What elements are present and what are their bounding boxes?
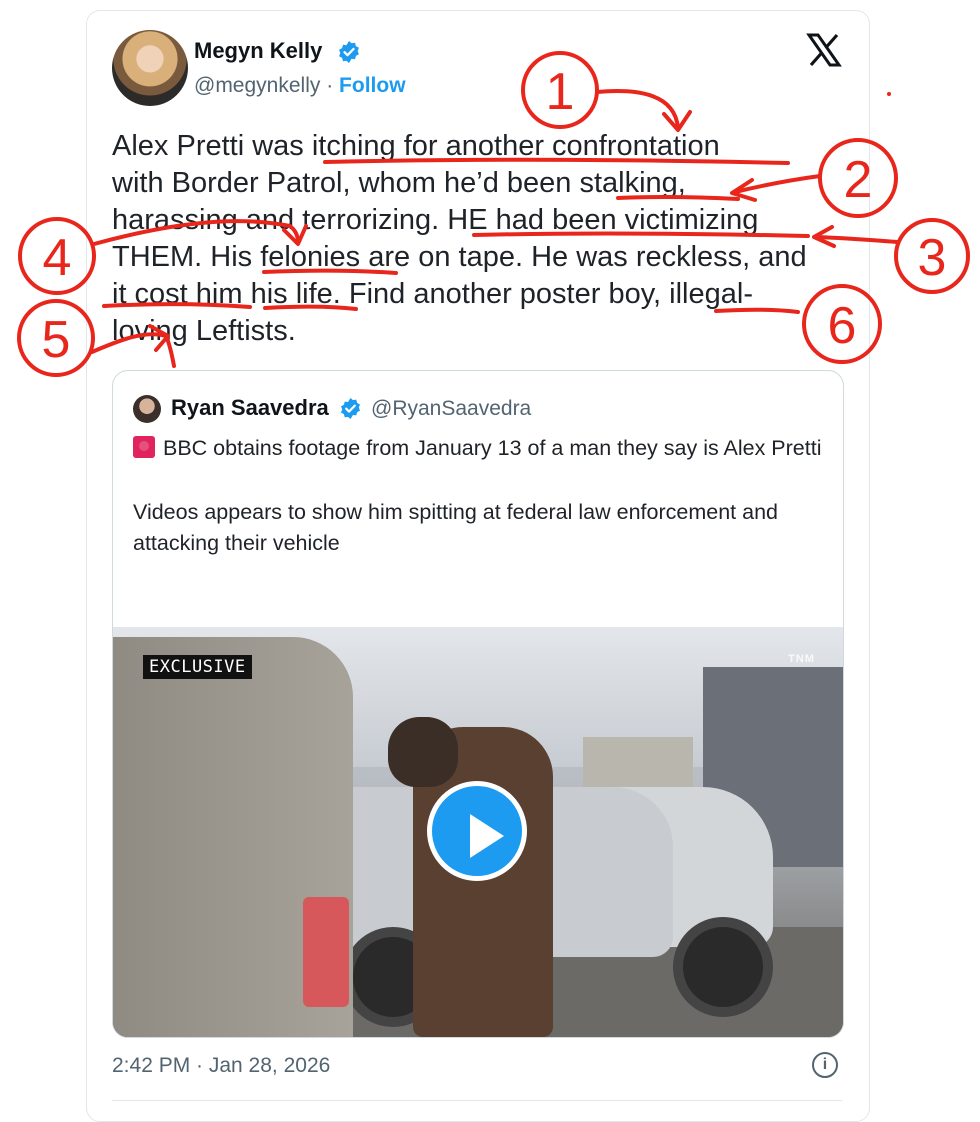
verified-badge-icon [341,397,360,420]
video-thumbnail[interactable]: EXCLUSIVE TNM [113,627,843,1037]
quote-text: BBC obtains footage from January 13 of a… [133,433,833,592]
quote-author-avatar[interactable] [133,395,161,423]
quoted-tweet[interactable]: Ryan Saavedra @RyanSaavedra BBC obtains … [112,370,844,1038]
divider [112,1100,842,1101]
author-avatar[interactable] [112,30,188,106]
annotation-circle-4 [18,217,96,295]
siren-emoji-icon [133,436,155,458]
media-person-head [388,717,458,787]
annotation-number: 5 [42,311,71,369]
quote-text-line: Videos appears to show him spitting at f… [133,500,778,555]
watermark: TNM [788,653,815,665]
tweet-timestamp[interactable]: 2:42 PM · Jan 28, 2026 [112,1054,330,1078]
tweet-body-line: it cost him his life. Find another poste… [112,278,753,310]
tweet-body-line: harassing and terrorizing. HE had been v… [112,204,759,236]
author-name[interactable]: Megyn Kelly [194,38,322,64]
quote-author-handle[interactable]: @RyanSaavedra [371,397,531,421]
tweet-body: Alex Pretti was itching for another conf… [112,128,852,350]
author-handle-line: @megynkelly · Follow [194,74,406,98]
tweet-body-line: Alex Pretti was itching for another conf… [112,130,720,162]
quote-text-line: BBC obtains footage from January 13 of a… [163,436,822,460]
annotation-number: 3 [918,229,947,287]
tweet-body-line: THEM. His felonies are on tape. He was r… [112,241,807,273]
play-icon [470,814,504,858]
separator-dot: · [326,74,334,97]
stray-dot [887,92,891,96]
play-button[interactable] [427,781,527,881]
annotation-number: 4 [43,229,72,287]
x-logo-icon[interactable] [806,32,842,68]
media-wheel [673,917,773,1017]
exclusive-badge: EXCLUSIVE [143,655,252,679]
author-handle[interactable]: @megynkelly [194,74,320,97]
tweet-body-line: with Border Patrol, whom he’d been stalk… [112,167,686,199]
annotation-circle-3 [894,218,970,294]
media-taillight [303,897,349,1007]
verified-badge-icon [339,41,359,63]
info-icon[interactable]: i [812,1052,838,1078]
quote-author-name[interactable]: Ryan Saavedra [171,395,329,421]
annotation-circle-5 [17,299,95,377]
tweet-body-line: loving Leftists. [112,315,296,347]
follow-button[interactable]: Follow [339,74,406,97]
